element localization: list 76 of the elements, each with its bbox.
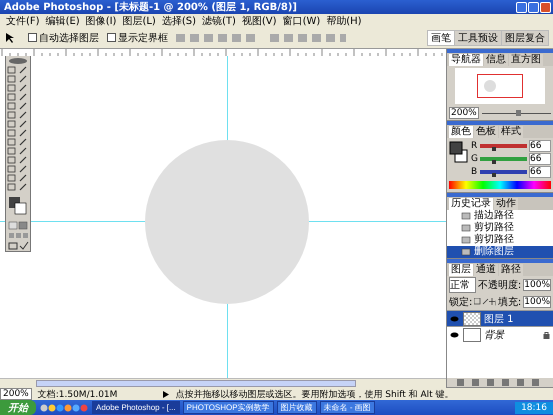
channel-slider[interactable]	[480, 144, 527, 148]
quick-launch-icons-drawing	[39, 402, 89, 414]
checkbox[interactable]	[28, 33, 37, 42]
history-item[interactable]: 剪切路径	[447, 222, 553, 234]
maximize-button[interactable]	[528, 2, 539, 12]
history-item[interactable]: 剪切路径	[447, 234, 553, 246]
panel-tab[interactable]: 色板	[474, 126, 498, 138]
option-label: 显示定界框	[118, 32, 168, 44]
blend-mode-dropdown[interactable]: 正常	[449, 277, 476, 293]
panel-tab[interactable]: 动作	[494, 198, 518, 210]
fill-label: 填充:	[498, 296, 522, 309]
menu-item[interactable]: 编辑(E)	[46, 14, 80, 28]
panel-tab[interactable]: 图层	[449, 264, 473, 276]
document-size: 文档:1.50M/1.01M	[38, 388, 118, 400]
channel-label: G	[471, 154, 478, 164]
channel-value-field[interactable]: 66	[529, 140, 551, 152]
panel-tab[interactable]: 导航器	[449, 54, 483, 66]
layer-name: 图层 1	[484, 312, 515, 326]
history-item[interactable]: 描边路径	[447, 210, 553, 222]
menu-item[interactable]: 图像(I)	[86, 14, 116, 28]
arrow-icon[interactable]	[163, 390, 170, 398]
channel-value-field[interactable]: 66	[529, 153, 551, 165]
checkbox[interactable]	[107, 33, 116, 42]
menu-item[interactable]: 窗口(W)	[282, 14, 320, 28]
menu-item[interactable]: 文件(F)	[6, 14, 40, 28]
horizontal-scrollbar[interactable]	[0, 378, 446, 388]
lock-options-icon[interactable]	[474, 298, 496, 306]
menu-item[interactable]: 帮助(H)	[326, 14, 362, 28]
option-label: 自动选择图层	[39, 32, 99, 44]
panel-tab[interactable]: 信息	[484, 54, 508, 66]
menu-item[interactable]: 视图(V)	[242, 14, 277, 28]
opacity-field[interactable]: 100%	[523, 279, 551, 291]
palette-tab[interactable]: 画笔	[428, 30, 454, 44]
menu-item[interactable]: 选择(S)	[162, 14, 196, 28]
color-spectrum[interactable]	[449, 181, 551, 189]
eye-icon[interactable]	[450, 332, 459, 338]
start-button[interactable]: 开始	[0, 400, 36, 415]
status-hint: 点按并拖移以移动图层或选区。要用附加选项，使用 Shift 和 Alt 键。	[175, 388, 454, 400]
taskbar-button[interactable]: 图片收藏	[276, 401, 317, 414]
panel-tab[interactable]: 路径	[499, 264, 523, 276]
palette-tab[interactable]: 工具预设	[455, 30, 501, 44]
menu-item[interactable]: 图层(L)	[122, 14, 156, 28]
channel-label: R	[471, 141, 478, 151]
panel-tab[interactable]: 颜色	[449, 126, 473, 138]
layer-row[interactable]: 图层 1	[447, 310, 553, 326]
lock-label: 锁定:	[449, 296, 472, 309]
opacity-label: 不透明度:	[478, 278, 522, 292]
channel-slider[interactable]	[480, 170, 527, 174]
palette-tab[interactable]: 图层复合	[502, 30, 548, 44]
layer-name: 背景	[484, 328, 506, 342]
zoom-field[interactable]: 200%	[449, 107, 479, 119]
slider-thumb[interactable]	[492, 160, 496, 164]
channel-value-field[interactable]: 66	[529, 166, 551, 178]
layer-row[interactable]: 背景	[447, 326, 553, 342]
channel-slider[interactable]	[480, 157, 527, 161]
zoom-field[interactable]: 200%	[0, 388, 32, 400]
slider-thumb[interactable]	[516, 110, 522, 116]
taskbar-button[interactable]: PHOTOSHOP实例教学	[182, 401, 274, 414]
panel-tab[interactable]: 历史记录	[449, 198, 493, 210]
taskbar-button[interactable]: 未命名 - 画图	[320, 401, 375, 414]
slider-thumb[interactable]	[492, 147, 496, 151]
minimize-button[interactable]	[516, 2, 527, 12]
taskbar-button[interactable]: Adobe Photoshop - [...	[92, 401, 180, 414]
slider-thumb[interactable]	[492, 173, 496, 177]
clock: 18:16	[515, 402, 553, 414]
panel-tab[interactable]: 通道	[474, 264, 498, 276]
fill-field[interactable]: 100%	[523, 296, 551, 308]
history-item[interactable]: 删除图层	[447, 246, 553, 258]
layer-thumbnail	[463, 328, 481, 342]
panel-tab[interactable]: 直方图	[509, 54, 543, 66]
menu-item[interactable]: 滤镜(T)	[202, 14, 236, 28]
close-button[interactable]	[540, 2, 551, 12]
layer-thumbnail	[463, 312, 481, 326]
panel-tab[interactable]: 样式	[499, 126, 523, 138]
channel-label: B	[471, 167, 478, 177]
window-title: Adobe Photoshop - [未标题-1 @ 200% (图层 1, RGB/8)]	[4, 0, 298, 14]
